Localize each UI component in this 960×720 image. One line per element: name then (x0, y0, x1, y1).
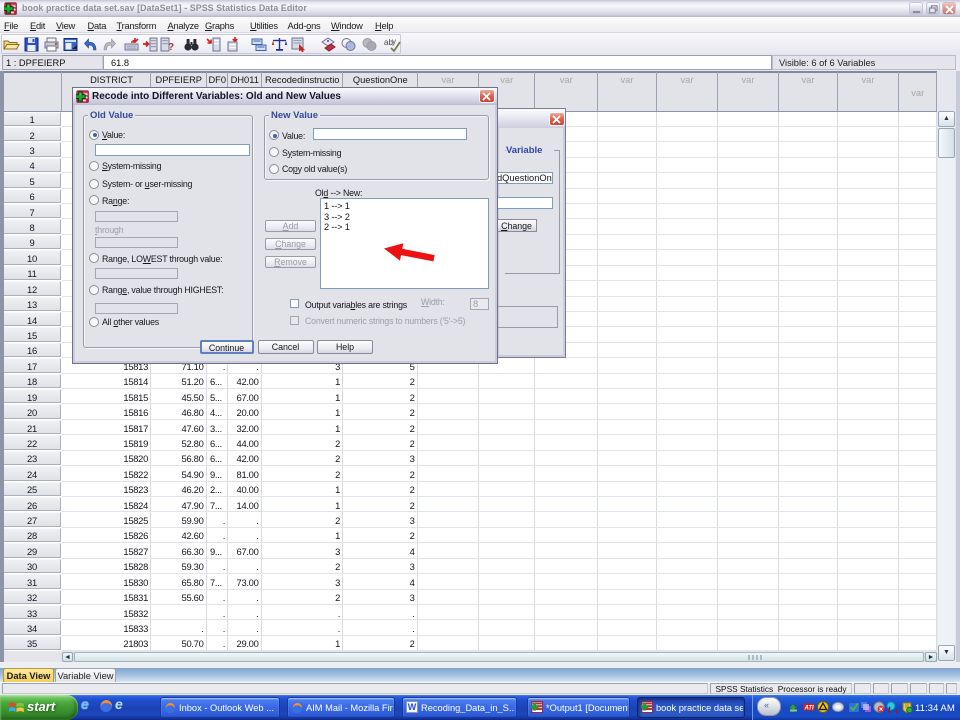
svg-text:y: y (392, 37, 396, 46)
svg-text:?: ? (168, 42, 174, 53)
svg-text:ATI: ATI (804, 706, 815, 712)
